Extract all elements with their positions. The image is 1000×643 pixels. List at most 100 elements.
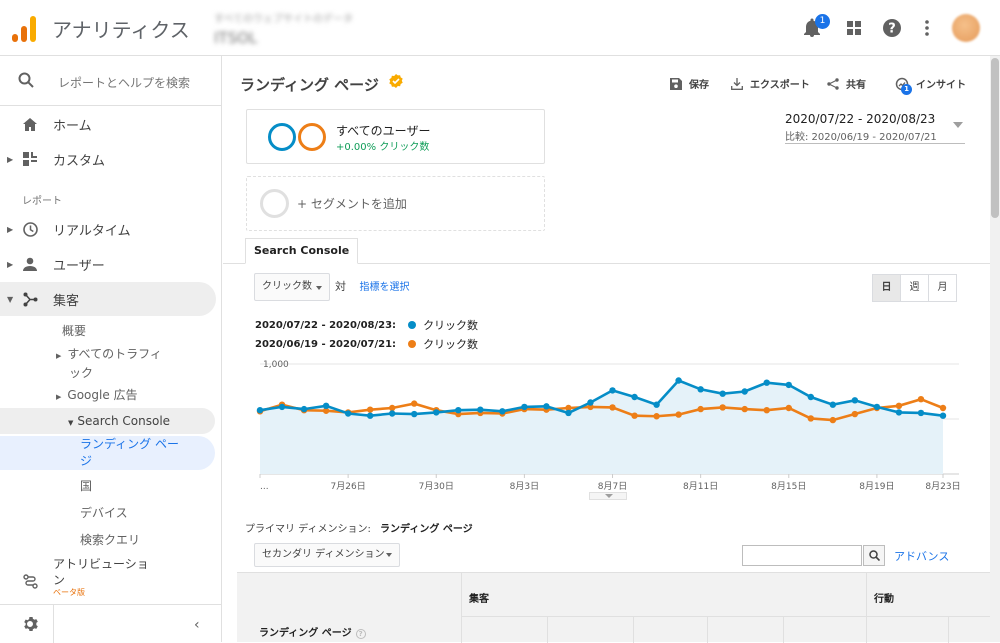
add-segment-label: + セグメントを追加 [297,197,407,211]
granularity-week-button[interactable]: 週 [900,274,929,302]
expand-caret-icon: ▶ [7,259,14,269]
export-label: エクスポート [750,80,810,91]
data-point-previous [388,404,396,412]
sidebar-subitem-google-ads[interactable]: ▶ Google 広告 [56,386,138,403]
data-point-previous [829,416,837,424]
sidebar-subitem-queries[interactable]: 検索クエリ [80,531,140,548]
collapse-caret-icon: ▼ [7,294,14,304]
sidebar: レポートとヘルプを検索 ホーム ▶ カスタム レポート ▶ リアルタイム ▶ ユ… [0,56,222,643]
add-segment-card[interactable]: + セグメントを追加 [246,176,545,231]
apps-grid-icon[interactable] [842,16,866,40]
user-avatar[interactable] [952,14,980,42]
attribution-icon [21,572,39,590]
legend-period: 2020/07/22 - 2020/08/23: [255,319,397,331]
expand-caret-icon: ▶ [7,224,14,234]
tab-search-console[interactable]: Search Console [245,238,359,264]
insights-button[interactable]: 1 インサイト [895,76,966,95]
page-scrollbar[interactable] [990,56,1000,642]
sidebar-item-home[interactable]: ホーム [0,107,216,141]
insights-icon: 1 [895,77,912,95]
dashboard-icon [21,150,39,168]
table-search-input[interactable] [742,545,862,566]
chevron-down-icon [316,286,322,290]
help-icon[interactable]: ? [355,629,366,639]
sidebar-item-realtime[interactable]: ▶ リアルタイム [0,212,216,246]
view-name: ITSOL [214,29,258,47]
date-range-picker[interactable]: 2020/07/22 - 2020/08/23 比較: 2020/06/19 -… [785,112,965,144]
sidebar-item-users[interactable]: ▶ ユーザー [0,247,216,281]
metric-dropdown-value: クリック数 [262,281,312,292]
data-point-previous [675,411,682,418]
advanced-filter-link[interactable]: アドバンス [894,548,949,564]
sidebar-subitem-country[interactable]: 国 [80,477,92,494]
clicks-line-chart: 1,000500...7月26日7月30日8月3日8月7日8月11日8月15日8… [256,360,961,492]
subitem-label: Google 広告 [67,388,138,402]
data-point-previous [895,402,903,409]
sidebar-footer: ‹ [0,604,222,643]
data-point-current [609,387,616,394]
save-icon [670,77,682,90]
table-search-button[interactable] [863,545,885,566]
help-icon[interactable]: ? [880,16,904,40]
page-title: ランディング ページ [240,76,379,94]
expand-caret-icon: ▶ [7,154,14,164]
data-point-current [256,407,264,414]
sidebar-item-acquisition[interactable]: ▼ 集客 [0,282,216,316]
chart-collapse-handle[interactable] [589,492,627,500]
data-point-current [278,403,286,411]
column-divider [866,573,867,643]
secondary-dimension-label: セカンダリ ディメンション [262,549,385,560]
clock-icon [21,220,39,238]
home-icon [21,115,39,133]
secondary-dimension-dropdown[interactable]: セカンダリ ディメンション [254,543,400,567]
column-header-label: ランディング ページ [259,628,352,639]
sidebar-search[interactable]: レポートとヘルプを検索 [0,56,222,106]
data-point-current [477,406,484,413]
select-metric-link[interactable]: 指標を選択 [360,282,410,293]
sidebar-item-attribution[interactable]: アトリビューショ ン ベータ版 [0,554,216,602]
sidebar-subitem-all-traffic[interactable]: ▶ すべてのトラフィ ック [56,345,162,381]
data-point-current [300,405,308,413]
data-point-previous [763,407,770,414]
data-point-previous [719,404,726,411]
settings-gear-icon[interactable] [22,616,38,635]
sidebar-subitem-devices[interactable]: デバイス [80,504,128,521]
x-tick-label: 7月30日 [419,481,454,492]
collapse-caret-icon: ▼ [68,419,74,427]
data-point-current [807,393,815,401]
account-selector[interactable]: すべてのウェブサイトのデータ ITSOL [214,10,353,47]
more-vert-icon[interactable] [915,16,939,40]
column-divider [707,616,708,643]
segment-card[interactable]: すべてのユーザー +0.00% クリック数 [246,109,545,164]
segment-change: +0.00% クリック数 [336,142,430,153]
app-title: アナリティクス [52,18,190,42]
sidebar-subitem-landing-pages[interactable]: ランディング ペー ジ [0,436,215,470]
share-button[interactable]: 共有 [827,76,866,91]
save-button[interactable]: 保存 [670,76,709,91]
data-point-current [653,401,660,408]
export-button[interactable]: エクスポート [731,76,810,91]
analytics-logo-icon[interactable] [12,14,38,42]
granularity-month-button[interactable]: 月 [928,274,957,302]
sidebar-item-custom[interactable]: ▶ カスタム [0,142,216,176]
data-point-current [455,407,462,414]
insights-badge: 1 [901,83,912,95]
y-tick-label: 1,000 [263,360,289,370]
primary-dimension-value[interactable]: ランディング ページ [380,524,473,535]
sidebar-subitem-overview[interactable]: 概要 [62,322,86,339]
sidebar-item-label: ユーザー [53,258,105,274]
sidebar-subitem-search-console[interactable]: ▼ Search Console [0,408,215,434]
data-point-current [675,377,682,384]
x-tick-label: 8月19日 [859,481,894,492]
sidebar-item-label-cont: ン [53,573,66,587]
data-point-previous [411,400,418,407]
acquisition-icon [21,290,39,308]
column-group-acquisition: 集客 [469,594,489,605]
granularity-day-button[interactable]: 日 [872,274,901,302]
data-point-current [433,409,440,416]
metric-dropdown[interactable]: クリック数 [254,273,330,301]
column-header-landing-page[interactable]: ランディング ページ? [259,624,366,639]
scrollbar-thumb[interactable] [991,58,999,218]
collapse-sidebar-chevron-icon[interactable]: ‹ [194,617,200,633]
save-label: 保存 [689,80,709,91]
